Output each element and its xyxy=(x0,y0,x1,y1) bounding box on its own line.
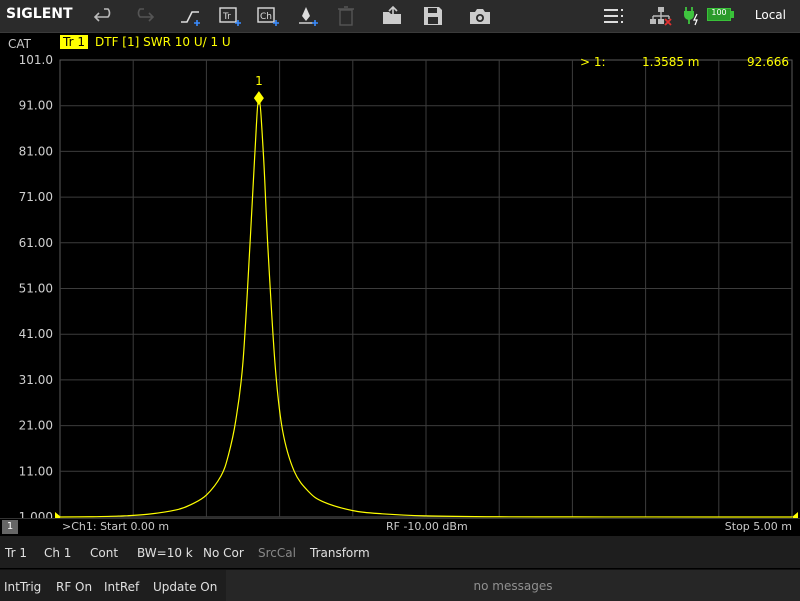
menu-sweep-mode[interactable]: Cont xyxy=(90,546,118,560)
redo-icon[interactable] xyxy=(130,4,156,28)
y-tick-label: 31.00 xyxy=(19,373,53,387)
marker-add-icon[interactable] xyxy=(294,4,320,28)
status-rf[interactable]: RF On xyxy=(56,580,92,594)
trace-header: CAT Tr 1 DTF [1] SWR 10 U/ 1 U xyxy=(0,33,800,51)
marker-diamond[interactable] xyxy=(253,91,264,106)
toolbar: SIGLENT Tr Ch 100 Local xyxy=(0,0,800,33)
delete-icon[interactable] xyxy=(333,4,359,28)
menu-trace[interactable]: Tr 1 xyxy=(5,546,27,560)
channel-new-icon[interactable]: Ch xyxy=(255,4,281,28)
power-plug-icon xyxy=(678,4,704,28)
message-text: no messages xyxy=(473,579,553,593)
battery-level: 100 xyxy=(711,8,727,17)
menu-transform[interactable]: Transform xyxy=(310,546,370,560)
svg-text:Tr: Tr xyxy=(222,12,231,22)
camera-icon[interactable] xyxy=(467,4,493,28)
battery-tip xyxy=(731,11,734,18)
cat-label: CAT xyxy=(8,37,31,51)
plot-grid xyxy=(59,59,793,518)
menu-channel[interactable]: Ch 1 xyxy=(44,546,71,560)
channel-menu-bar: Tr 1 Ch 1 Cont BW=10 k No Cor SrcCal Tra… xyxy=(0,536,800,568)
y-tick-label: 1.000 xyxy=(19,510,53,518)
network-icon xyxy=(648,4,674,28)
battery-icon: 100 xyxy=(707,8,731,21)
menu-srccal[interactable]: SrcCal xyxy=(258,546,296,560)
local-label[interactable]: Local xyxy=(755,8,786,22)
channel-number-badge[interactable]: 1 xyxy=(2,520,18,534)
y-tick-label: 61.00 xyxy=(19,236,53,250)
open-icon[interactable] xyxy=(380,4,406,28)
y-tick-label: 21.00 xyxy=(19,419,53,433)
marker-readout-x: 1.3585 m xyxy=(642,55,700,69)
status-reference[interactable]: IntRef xyxy=(104,580,139,594)
message-area: no messages xyxy=(226,570,800,601)
y-tick-label: 91.00 xyxy=(19,99,53,113)
y-tick-labels: 101.0 91.00 81.00 71.00 61.00 51.00 41.00 31.00… xyxy=(19,53,53,518)
y-tick-label: 101.0 xyxy=(19,53,53,67)
marker-label: 1 xyxy=(255,74,263,88)
trace-plot[interactable]: 101.0 91.00 81.00 71.00 61.00 51.00 41.00 31.00… xyxy=(0,51,800,518)
y-tick-label: 51.00 xyxy=(19,282,53,296)
siglent-logo: SIGLENT xyxy=(6,6,73,22)
y-tick-label: 71.00 xyxy=(19,190,53,204)
trace-add-icon[interactable] xyxy=(178,4,204,28)
undo-icon[interactable] xyxy=(92,4,118,28)
trace-description[interactable]: DTF [1] SWR 10 U/ 1 U xyxy=(95,35,231,49)
y-tick-label: 41.00 xyxy=(19,327,53,341)
channel-start[interactable]: >Ch1: Start 0.00 m xyxy=(62,520,169,533)
marker-readout: > 1: 1.3585 m 92.666 xyxy=(580,55,789,69)
channel-status-bar: 1 >Ch1: Start 0.00 m RF -10.00 dBm Stop … xyxy=(0,518,800,536)
save-icon[interactable] xyxy=(420,4,446,28)
status-update[interactable]: Update On xyxy=(153,580,217,594)
status-trigger[interactable]: IntTrig xyxy=(4,580,41,594)
menu-icon[interactable] xyxy=(600,4,626,28)
marker-readout-y: 92.666 xyxy=(747,55,789,69)
channel-rf-power[interactable]: RF -10.00 dBm xyxy=(386,520,468,533)
marker-readout-label: > 1: xyxy=(580,55,606,69)
trace-badge[interactable]: Tr 1 xyxy=(60,35,88,49)
y-tick-label: 11.00 xyxy=(19,464,53,478)
menu-correction[interactable]: No Cor xyxy=(203,546,244,560)
y-tick-label: 81.00 xyxy=(19,144,53,158)
svg-text:Ch: Ch xyxy=(260,12,272,22)
channel-stop[interactable]: Stop 5.00 m xyxy=(725,520,792,533)
menu-bandwidth[interactable]: BW=10 k xyxy=(137,546,193,560)
system-status-bar: IntTrig RF On IntRef Update On no messag… xyxy=(0,569,800,601)
trace-new-icon[interactable]: Tr xyxy=(217,4,243,28)
